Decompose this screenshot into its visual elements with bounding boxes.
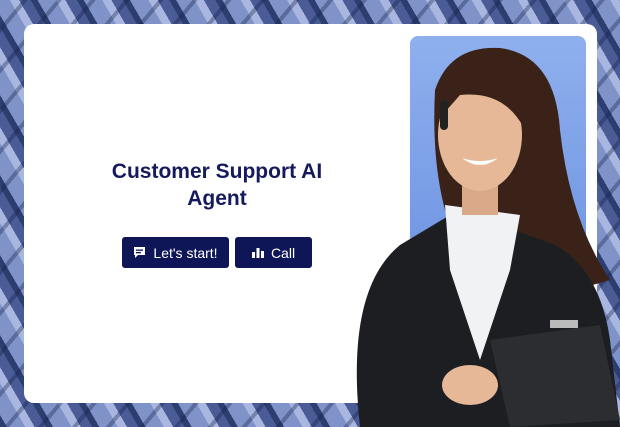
page-title: Customer Support AI Agent: [111, 160, 323, 210]
call-button[interactable]: Call: [235, 237, 312, 268]
audio-bars-icon: [251, 247, 264, 258]
support-agent-photo: [356, 47, 620, 427]
lets-start-label: Let's start!: [153, 244, 218, 261]
call-label: Call: [270, 244, 296, 261]
lets-start-button[interactable]: Let's start!: [122, 237, 229, 268]
chat-icon: [134, 247, 146, 258]
